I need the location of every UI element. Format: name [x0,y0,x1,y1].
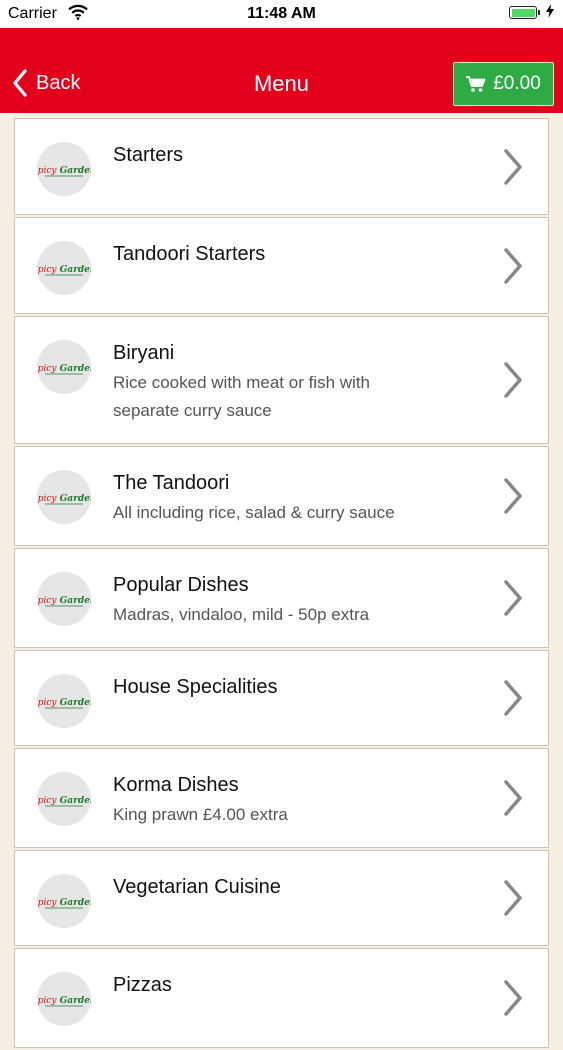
restaurant-logo: Spicy Garden [37,340,91,394]
menu-item-title: Popular Dishes [113,574,249,596]
svg-text:Spicy Garden: Spicy Garden [37,364,91,374]
menu-item-korma-dishes[interactable]: Spicy Garden Korma Dishes King prawn £4.… [14,748,549,848]
menu-item-house-specialities[interactable]: Spicy Garden House Specialities [14,650,549,746]
charging-icon [546,4,554,21]
restaurant-logo: Spicy Garden [37,142,91,196]
menu-item-tandoori-starters[interactable]: Spicy Garden Tandoori Starters [14,217,549,314]
chevron-right-icon [504,780,522,816]
menu-item-starters[interactable]: Spicy Garden Starters [14,118,549,215]
chevron-right-icon [504,362,522,398]
chevron-right-icon [504,880,522,916]
restaurant-logo: Spicy Garden [37,874,91,928]
cart-icon [466,76,486,92]
restaurant-logo: Spicy Garden [37,241,91,295]
menu-item-title: Biryani [113,342,175,364]
menu-item-title: The Tandoori [113,472,230,494]
navigation-bar: Back Menu £0.00 [0,28,563,113]
menu-item-title: Tandoori Starters [113,243,266,265]
cart-total: £0.00 [493,73,541,94]
menu-item-description: All including rice, salad & curry sauce [113,503,395,522]
menu-item-description: Madras, vindaloo, mild - 50p extra [113,605,370,624]
svg-text:Spicy Garden: Spicy Garden [37,898,91,908]
menu-item-biryani[interactable]: Spicy Garden Biryani Rice cooked with me… [14,316,549,444]
svg-text:Spicy Garden: Spicy Garden [37,494,91,504]
menu-item-title: Pizzas [113,974,172,996]
menu-item-pizzas[interactable]: Spicy Garden Pizzas [14,948,549,1048]
menu-list: Spicy Garden Starters Spicy Garden Tando… [14,118,549,1050]
restaurant-logo: Spicy Garden [37,674,91,728]
svg-text:Spicy Garden: Spicy Garden [37,996,91,1006]
status-time: 11:48 AM [247,5,316,22]
menu-item-vegetarian-cuisine[interactable]: Spicy Garden Vegetarian Cuisine [14,850,549,946]
svg-text:Spicy Garden: Spicy Garden [37,698,91,708]
svg-text:Spicy Garden: Spicy Garden [37,265,91,275]
restaurant-logo: Spicy Garden [37,972,91,1026]
cart-button[interactable]: £0.00 [453,62,554,106]
svg-text:Spicy Garden: Spicy Garden [37,166,91,176]
menu-item-title: Korma Dishes [113,774,239,796]
svg-text:Spicy Garden: Spicy Garden [37,596,91,606]
menu-item-the-tandoori[interactable]: Spicy Garden The Tandoori All including … [14,446,549,546]
chevron-right-icon [504,980,522,1016]
chevron-right-icon [504,247,522,284]
chevron-right-icon [504,478,522,514]
menu-item-title: House Specialities [113,676,278,698]
svg-text:Spicy Garden: Spicy Garden [37,796,91,806]
status-bar: Carrier 11:48 AM [0,0,563,28]
menu-item-title: Vegetarian Cuisine [113,876,281,898]
chevron-right-icon [504,148,522,185]
menu-item-description: Rice cooked with meat or fish with separ… [113,373,370,420]
restaurant-logo: Spicy Garden [37,470,91,524]
restaurant-logo: Spicy Garden [37,772,91,826]
chevron-right-icon [504,580,522,616]
chevron-right-icon [504,680,522,716]
battery-icon [509,6,537,19]
menu-item-description: King prawn £4.00 extra [113,805,288,824]
menu-item-title: Starters [113,144,184,166]
restaurant-logo: Spicy Garden [37,572,91,626]
menu-item-popular-dishes[interactable]: Spicy Garden Popular Dishes Madras, vind… [14,548,549,648]
